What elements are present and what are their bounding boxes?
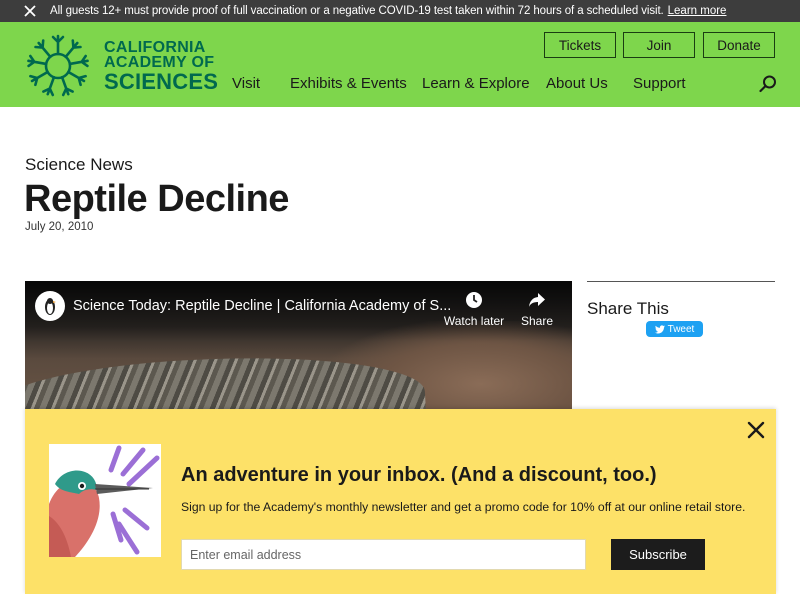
- search-icon[interactable]: [758, 74, 778, 94]
- join-button[interactable]: Join: [623, 32, 695, 58]
- tweet-label: Tweet: [667, 323, 695, 335]
- site-header: CALIFORNIA ACADEMY OF SCIENCES Tickets J…: [0, 22, 800, 107]
- nav-item-support[interactable]: Support: [633, 75, 686, 92]
- tweet-button[interactable]: Tweet: [646, 321, 703, 337]
- subscribe-button[interactable]: Subscribe: [611, 539, 705, 570]
- penguin-icon: [45, 298, 56, 315]
- video-share-button[interactable]: Share: [517, 290, 557, 328]
- twitter-bird-icon: [654, 324, 665, 333]
- nav-item-exhibits-events[interactable]: Exhibits & Events: [290, 75, 407, 92]
- covid-alert-bar: All guests 12+ must provide proof of ful…: [0, 0, 800, 22]
- watch-later-button[interactable]: Watch later: [443, 290, 505, 328]
- close-icon[interactable]: [19, 0, 41, 22]
- youtube-video-player[interactable]: Science Today: Reptile Decline | Califor…: [25, 281, 572, 411]
- logo-line-california: CALIFORNIA: [104, 38, 206, 56]
- video-share-label: Share: [520, 314, 554, 328]
- clock-icon: [466, 292, 482, 308]
- nav-item-learn-explore[interactable]: Learn & Explore: [422, 75, 530, 92]
- newsletter-promo-modal: An adventure in your inbox. (And a disco…: [25, 409, 776, 594]
- page-title: Reptile Decline: [24, 178, 289, 220]
- alert-message: All guests 12+ must provide proof of ful…: [50, 5, 664, 17]
- bird-illustration: [49, 444, 161, 557]
- promo-subheading: Sign up for the Academy's monthly newsle…: [181, 500, 746, 514]
- tickets-button[interactable]: Tickets: [544, 32, 616, 58]
- share-title: Share This: [587, 299, 669, 318]
- promo-heading: An adventure in your inbox. (And a disco…: [181, 464, 657, 486]
- article-category: Science News: [25, 155, 133, 174]
- channel-avatar[interactable]: [35, 291, 65, 321]
- article-date: July 20, 2010: [25, 221, 94, 233]
- main-nav: Visit Exhibits & Events Learn & Explore …: [0, 75, 800, 97]
- donate-button[interactable]: Donate: [703, 32, 775, 58]
- share-divider: [587, 281, 775, 282]
- share-arrow-icon: [529, 293, 545, 307]
- email-field[interactable]: [181, 539, 586, 570]
- nav-item-visit[interactable]: Visit: [232, 75, 260, 92]
- nav-item-about-us[interactable]: About Us: [546, 75, 608, 92]
- video-title[interactable]: Science Today: Reptile Decline | Califor…: [73, 298, 451, 314]
- watch-later-label: Watch later: [443, 314, 505, 328]
- close-icon[interactable]: [745, 419, 767, 441]
- learn-more-link[interactable]: Learn more: [668, 5, 727, 17]
